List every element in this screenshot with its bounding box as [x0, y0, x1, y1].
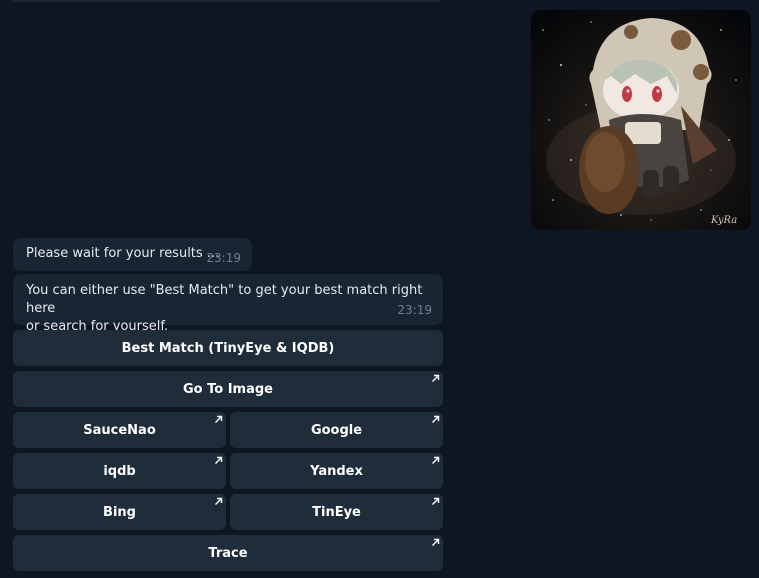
external-link-arrow-icon: [214, 497, 223, 506]
photo-message[interactable]: KyRa: [531, 10, 751, 230]
external-link-arrow-icon: [214, 456, 223, 465]
external-link-arrow-icon: [431, 497, 440, 506]
tineye-button[interactable]: TinEye: [230, 494, 443, 530]
message-timestamp: 23:19: [397, 303, 432, 317]
previous-message-edge: [12, 0, 440, 2]
external-link-arrow-icon: [431, 456, 440, 465]
button-label: Go To Image: [182, 381, 273, 397]
message-bubble-info: You can either use "Best Match" to get y…: [13, 274, 443, 334]
chat-area: KyRa Please wait for your results ... 23…: [0, 0, 759, 578]
external-link-arrow-icon: [431, 538, 440, 547]
message-text: Please wait for your results ...: [26, 246, 220, 261]
button-label: Google: [310, 422, 363, 438]
iqdb-button[interactable]: iqdb: [13, 453, 226, 489]
chibi-character-illustration: KyRa: [531, 10, 751, 230]
button-label: SauceNao: [83, 422, 156, 438]
button-label: Yandex: [310, 463, 363, 479]
external-link-arrow-icon: [431, 374, 440, 383]
button-label: TinEye: [312, 504, 361, 520]
button-label: iqdb: [103, 463, 136, 479]
google-button[interactable]: Google: [230, 412, 443, 448]
message-timestamp: 23:19: [206, 251, 241, 265]
button-label: Trace: [208, 545, 248, 561]
button-label: Best Match (TinyEye & IQDB): [121, 340, 335, 356]
yandex-button[interactable]: Yandex: [230, 453, 443, 489]
bing-button[interactable]: Bing: [13, 494, 226, 530]
external-link-arrow-icon: [214, 415, 223, 424]
saucenao-button[interactable]: SauceNao: [13, 412, 226, 448]
best-match-button[interactable]: Best Match (TinyEye & IQDB): [13, 330, 443, 366]
button-label: Bing: [103, 504, 136, 520]
artist-signature: KyRa: [710, 215, 737, 226]
external-link-arrow-icon: [431, 415, 440, 424]
go-to-image-button[interactable]: Go To Image: [13, 371, 443, 407]
message-text-line-1: You can either use "Best Match" to get y…: [26, 283, 423, 316]
message-bubble-wait: Please wait for your results ... 23:19: [13, 238, 252, 271]
trace-button[interactable]: Trace: [13, 535, 443, 571]
